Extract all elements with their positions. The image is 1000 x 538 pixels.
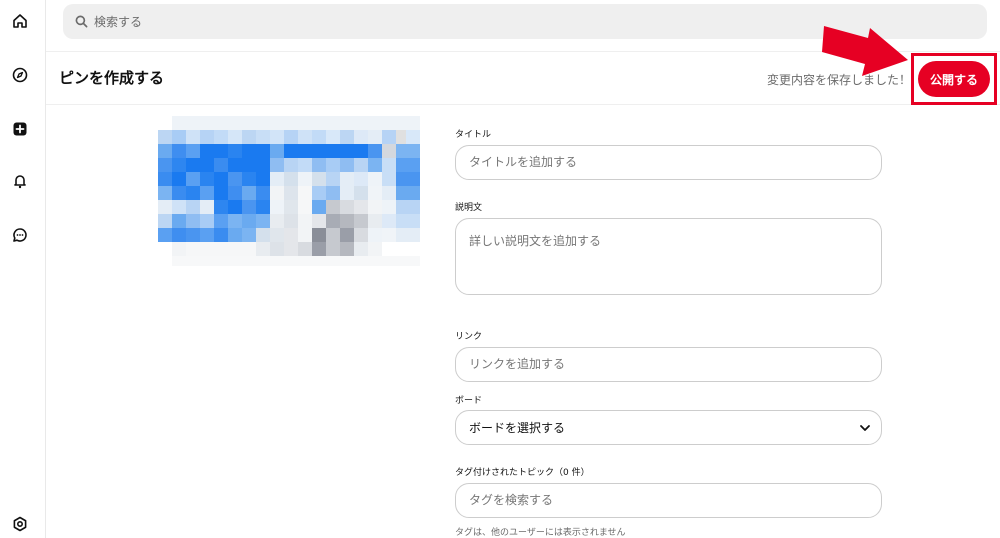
- link-input[interactable]: [456, 348, 881, 380]
- publish-button[interactable]: 公開する: [918, 61, 990, 97]
- arrow-annotation: [822, 26, 908, 76]
- tags-label: タグ付けされたトピック（0 件）: [455, 468, 590, 478]
- pin-image-preview: [158, 116, 420, 266]
- link-field[interactable]: [455, 347, 882, 382]
- title-label: タイトル: [455, 130, 492, 140]
- description-label: 説明文: [455, 203, 483, 213]
- bell-icon[interactable]: [11, 172, 29, 190]
- chat-icon[interactable]: [11, 226, 29, 244]
- title-input[interactable]: [456, 146, 881, 178]
- tags-hint: タグは、他のユーザーには表示されません: [455, 528, 626, 538]
- left-nav-rail: [0, 0, 46, 538]
- board-select-value: ボードを選択する: [469, 421, 566, 435]
- board-select[interactable]: ボードを選択する: [455, 410, 882, 445]
- chevron-down-icon: [860, 424, 870, 431]
- page-title: ピンを作成する: [59, 69, 165, 87]
- search-icon: [75, 15, 88, 28]
- description-field[interactable]: [455, 218, 882, 295]
- link-label: リンク: [455, 332, 483, 342]
- settings-icon[interactable]: [11, 515, 29, 533]
- board-label: ボード: [455, 396, 483, 406]
- description-textarea[interactable]: [456, 219, 881, 294]
- compass-icon[interactable]: [11, 66, 29, 84]
- home-icon[interactable]: [11, 12, 29, 30]
- title-field[interactable]: [455, 145, 882, 180]
- create-icon[interactable]: [11, 120, 29, 138]
- tags-search-input[interactable]: [456, 484, 881, 516]
- tags-field[interactable]: [455, 483, 882, 518]
